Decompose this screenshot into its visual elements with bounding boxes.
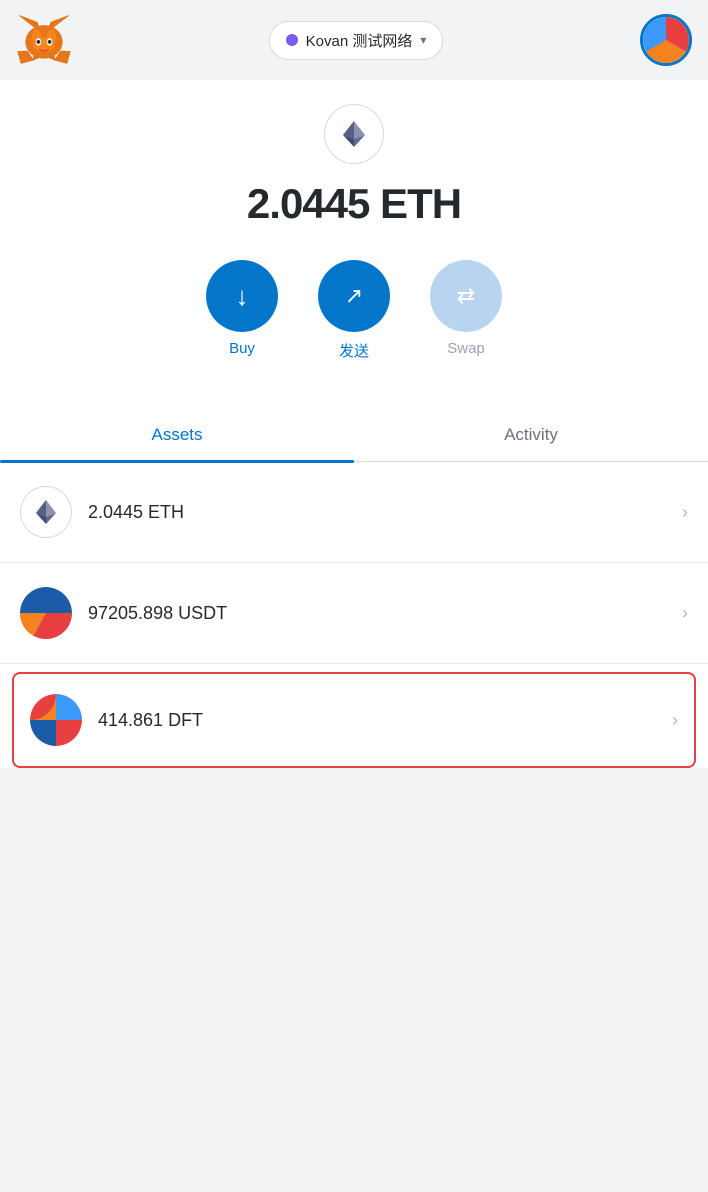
usdt-logo-icon	[20, 587, 72, 639]
metamask-logo	[16, 12, 72, 68]
usdt-balance: 97205.898 USDT	[88, 603, 682, 624]
swap-button[interactable]: ⇄ Swap	[430, 260, 502, 357]
dft-balance: 414.861 DFT	[98, 710, 672, 731]
tabs: Assets Activity	[0, 409, 708, 462]
buy-label: Buy	[229, 340, 255, 357]
swap-arrows-icon: ⇄	[457, 285, 475, 307]
asset-list: 2.0445 ETH › 97205.898 USDT ›	[0, 462, 708, 768]
usdt-chevron-icon: ›	[682, 603, 688, 624]
balance-display: 2.0445 ETH	[247, 180, 461, 228]
account-avatar[interactable]	[640, 14, 692, 66]
action-buttons: ↓ Buy ↗ 发送 ⇄ Swap	[206, 260, 502, 361]
eth-logo	[324, 104, 384, 164]
chevron-down-icon: ▾	[420, 33, 426, 47]
download-icon: ↓	[236, 283, 249, 309]
eth-balance: 2.0445 ETH	[88, 502, 682, 523]
send-icon-circle: ↗	[318, 260, 390, 332]
buy-button[interactable]: ↓ Buy	[206, 260, 278, 357]
ethereum-icon	[337, 117, 371, 151]
send-button[interactable]: ↗ 发送	[318, 260, 390, 361]
tab-assets[interactable]: Assets	[0, 409, 354, 461]
header: Kovan 测试网络 ▾	[0, 0, 708, 80]
network-indicator	[286, 34, 298, 46]
eth-logo-icon	[30, 496, 62, 528]
asset-item-eth[interactable]: 2.0445 ETH ›	[0, 462, 708, 563]
avatar-image	[643, 17, 689, 63]
eth-chevron-icon: ›	[682, 502, 688, 523]
dft-token-logo	[30, 694, 82, 746]
tab-activity[interactable]: Activity	[354, 409, 708, 461]
usdt-token-logo	[20, 587, 72, 639]
main-content: 2.0445 ETH ↓ Buy ↗ 发送 ⇄ S	[0, 80, 708, 768]
dft-chevron-icon: ›	[672, 710, 678, 731]
balance-section: 2.0445 ETH ↓ Buy ↗ 发送 ⇄ S	[0, 80, 708, 401]
send-arrow-icon: ↗	[345, 285, 363, 307]
eth-token-logo	[20, 486, 72, 538]
send-label: 发送	[339, 340, 369, 361]
dft-logo-icon	[30, 694, 82, 746]
asset-item-usdt[interactable]: 97205.898 USDT ›	[0, 563, 708, 664]
network-name: Kovan 测试网络	[306, 30, 413, 51]
asset-item-dft[interactable]: 414.861 DFT ›	[12, 672, 696, 768]
swap-icon-circle: ⇄	[430, 260, 502, 332]
buy-icon-circle: ↓	[206, 260, 278, 332]
network-selector[interactable]: Kovan 测试网络 ▾	[269, 21, 444, 60]
swap-label: Swap	[447, 340, 485, 357]
